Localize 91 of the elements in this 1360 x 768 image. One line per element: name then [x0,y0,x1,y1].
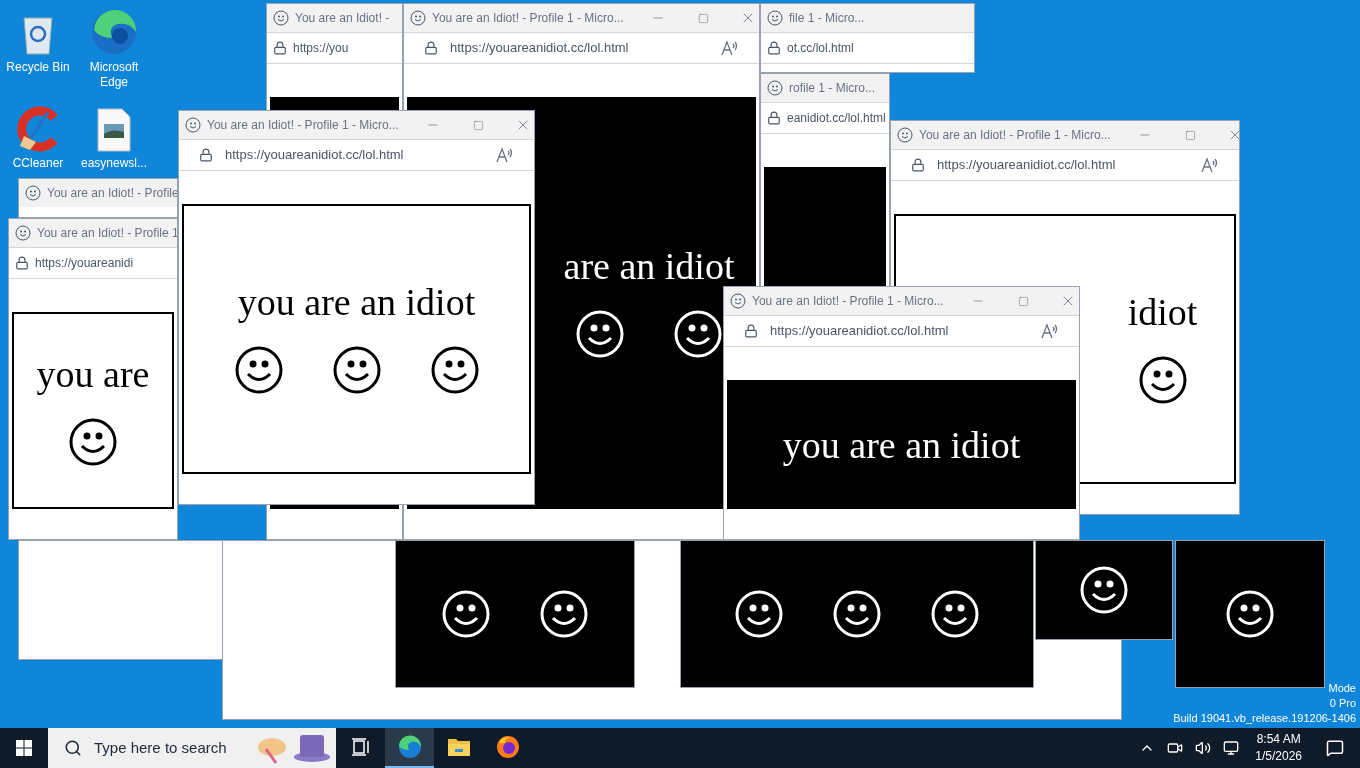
address-bar[interactable]: https://youareanidiot.cc/lol.html [404,32,759,64]
desktop-icon-label[interactable]: CCleaner [12,156,64,171]
address-bar[interactable]: eanidiot.cc/lol.html [761,102,889,134]
read-aloud-icon[interactable] [496,147,514,163]
edge-icon [397,735,422,759]
smiley-icon [673,309,723,359]
address-bar[interactable]: https://youareanidiot.cc/lol.html [179,139,534,171]
smiley-icon [410,10,426,26]
url-text: eanidiot.cc/lol.html [787,110,886,127]
read-aloud-icon[interactable] [721,40,739,56]
window-title: You are an Idiot! - Profile 1 - Micro... [207,117,399,134]
maximize-icon [472,119,484,131]
desktop-icon-label[interactable]: Microsoft Edge [76,60,152,90]
smiley-icon [767,10,783,26]
maximize-icon [1184,129,1196,141]
url-text: https://youareanidiot.cc/lol.html [225,146,404,165]
window-title: rofile 1 - Micro... [789,80,875,97]
smiley-icon [273,10,289,26]
edition-text: Build 19041.vb_release.191206-1406 [1173,711,1356,726]
edge-icon [90,8,138,56]
lock-icon [424,41,438,55]
smiley-icon [539,589,589,639]
smiley-icon [1225,589,1275,639]
page-heading: are an idiot [563,247,735,285]
maximize-icon [697,12,709,24]
window-title: You are an Idiot! - [295,10,390,27]
window-title: You are an Idiot! - Profile 1 - Micro... [919,127,1111,144]
lock-icon [273,41,287,55]
smiley-icon [441,589,491,639]
url-text: https://you [293,40,349,57]
notification-icon[interactable] [1326,739,1344,757]
url-text: ot.cc/lol.html [787,40,854,57]
edition-text: 0 Pro [1329,696,1356,711]
smiley-icon [331,345,382,395]
address-bar[interactable]: https://youareanidiot.cc/lol.html [724,315,1079,347]
smiley-icon [730,293,746,309]
edition-text: Mode [1328,681,1356,696]
windows-logo-icon [16,740,32,756]
lock-icon [911,158,925,172]
lock-icon [15,256,29,270]
lock-icon [767,41,781,55]
volume-icon[interactable] [1195,740,1212,756]
desktop-icon-label[interactable]: easynewsl... [81,156,147,171]
lock-icon [199,148,213,162]
search-field[interactable]: Type here to search [48,728,336,768]
search-icon [64,739,82,757]
page-heading: you are [36,354,150,393]
window-title: file 1 - Micro... [789,10,865,27]
page-heading: you are an idiot [782,425,1021,464]
taskbar-app-button[interactable] [385,728,434,768]
desktop-icon-label[interactable]: Recycle Bin [6,60,70,75]
smiley-icon [575,309,625,359]
smiley-icon [767,80,783,96]
address-bar[interactable]: https://you [267,32,402,64]
lock-icon [767,111,781,125]
smiley-icon [429,345,480,395]
maximize-icon [1017,295,1029,307]
page-heading: you are an idiot [237,283,476,321]
network-icon[interactable] [1223,740,1240,756]
smiley-icon [734,589,784,639]
url-text: https://youareanidi [35,255,134,272]
smiley-icon [930,589,980,639]
smiley-icon [25,185,41,201]
task-view-icon [350,738,371,756]
folder-icon [446,737,471,757]
address-bar[interactable]: https://youareanidiot.cc/lol.html [891,149,1239,181]
page-heading: idiot [1127,293,1198,331]
clock-date[interactable]: 1/5/2026 [1255,748,1302,765]
smiley-icon [185,117,201,133]
url-text: https://youareanidiot.cc/lol.html [770,322,949,341]
image-file-icon [96,108,132,152]
camera-icon[interactable] [1167,740,1184,756]
clock-time[interactable]: 8:54 AM [1256,731,1301,748]
smiley-icon [897,127,913,143]
firefox-icon [495,735,520,759]
smiley-icon [15,225,31,241]
address-bar[interactable]: https://youareanidi [9,247,177,279]
smiley-icon [1079,565,1129,615]
url-text: https://youareanidiot.cc/lol.html [937,156,1116,175]
search-input[interactable]: Type here to search [94,736,244,760]
url-text: https://youareanidiot.cc/lol.html [450,39,629,58]
lock-icon [744,324,758,338]
smiley-icon [832,589,882,639]
read-aloud-icon[interactable] [1201,157,1219,173]
smiley-icon [1137,355,1188,405]
window-title: You are an Idiot! - Profile 1 - Micro... [432,10,624,27]
window-title: You are an Idiot! - Profile 1 - Micro... [752,293,944,310]
smiley-icon [233,345,284,395]
read-aloud-icon[interactable] [1041,323,1059,339]
smiley-icon [68,416,118,467]
address-bar[interactable]: ot.cc/lol.html [761,32,974,64]
